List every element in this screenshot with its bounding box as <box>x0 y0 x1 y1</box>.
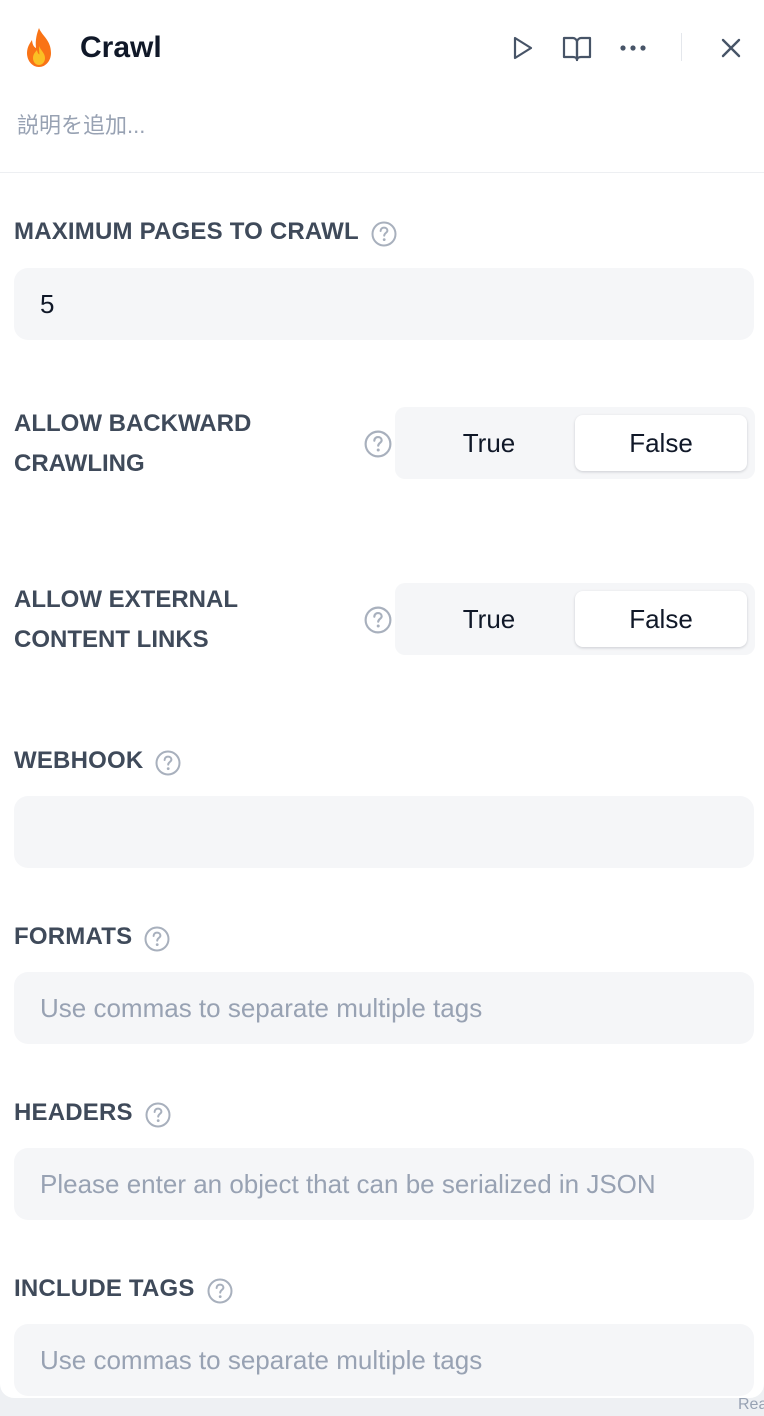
external-true-option[interactable]: True <box>403 591 575 647</box>
webhook-label-text: WEBHOOK <box>14 747 144 774</box>
include-tags-label-text: INCLUDE TAGS <box>14 1275 195 1302</box>
panel-title: Crawl <box>80 31 162 64</box>
headers-label: HEADERS <box>14 1093 171 1133</box>
max-pages-label: MAXIMUM PAGES TO CRAWL <box>14 212 397 252</box>
backward-crawling-label: ALLOW BACKWARD CRAWLING <box>14 410 252 477</box>
help-icon[interactable] <box>155 749 181 776</box>
help-icon[interactable] <box>364 430 392 458</box>
help-icon[interactable] <box>207 1277 233 1304</box>
backward-crawling-toggle: True False <box>395 407 755 479</box>
max-pages-label-text: MAXIMUM PAGES TO CRAWL <box>14 218 359 245</box>
flame-icon <box>20 26 58 70</box>
help-icon[interactable] <box>371 220 397 247</box>
max-pages-value: 5 <box>40 288 55 319</box>
close-icon <box>720 37 742 59</box>
formats-input[interactable]: Use commas to separate multiple tags <box>14 972 754 1044</box>
background-text-fragment: Rea <box>738 1396 764 1413</box>
docs-button[interactable] <box>557 28 597 68</box>
help-icon[interactable] <box>145 1101 171 1128</box>
description-input[interactable]: 説明を追加... <box>17 110 145 142</box>
external-false-option[interactable]: False <box>575 591 747 647</box>
include-tags-label: INCLUDE TAGS <box>14 1269 233 1309</box>
formats-label-text: FORMATS <box>14 923 133 950</box>
header-divider <box>681 33 682 61</box>
play-icon <box>509 35 535 61</box>
panel-header: Crawl 説明を追加... <box>0 0 764 173</box>
formats-placeholder: Use commas to separate multiple tags <box>40 992 483 1023</box>
external-links-label: ALLOW EXTERNAL CONTENT LINKS <box>14 586 238 653</box>
include-tags-input[interactable]: Use commas to separate multiple tags <box>14 1324 754 1396</box>
webhook-label: WEBHOOK <box>14 741 181 781</box>
more-button[interactable] <box>613 28 653 68</box>
close-button[interactable] <box>711 28 751 68</box>
node-settings-panel: Crawl 説明を追加... MAXIMUM PAGES TO CRAWL 5 … <box>0 0 764 1398</box>
max-pages-input[interactable]: 5 <box>14 268 754 340</box>
formats-label: FORMATS <box>14 917 170 957</box>
book-icon <box>562 34 592 62</box>
backward-true-option[interactable]: True <box>403 415 575 471</box>
help-icon[interactable] <box>144 925 170 952</box>
include-tags-placeholder: Use commas to separate multiple tags <box>40 1344 483 1375</box>
headers-input[interactable]: Please enter an object that can be seria… <box>14 1148 754 1220</box>
headers-label-text: HEADERS <box>14 1099 133 1126</box>
run-button[interactable] <box>502 28 542 68</box>
backward-false-option[interactable]: False <box>575 415 747 471</box>
headers-placeholder: Please enter an object that can be seria… <box>40 1168 656 1199</box>
external-links-toggle: True False <box>395 583 755 655</box>
more-icon <box>620 44 646 52</box>
help-icon[interactable] <box>364 606 392 634</box>
webhook-input[interactable] <box>14 796 754 868</box>
